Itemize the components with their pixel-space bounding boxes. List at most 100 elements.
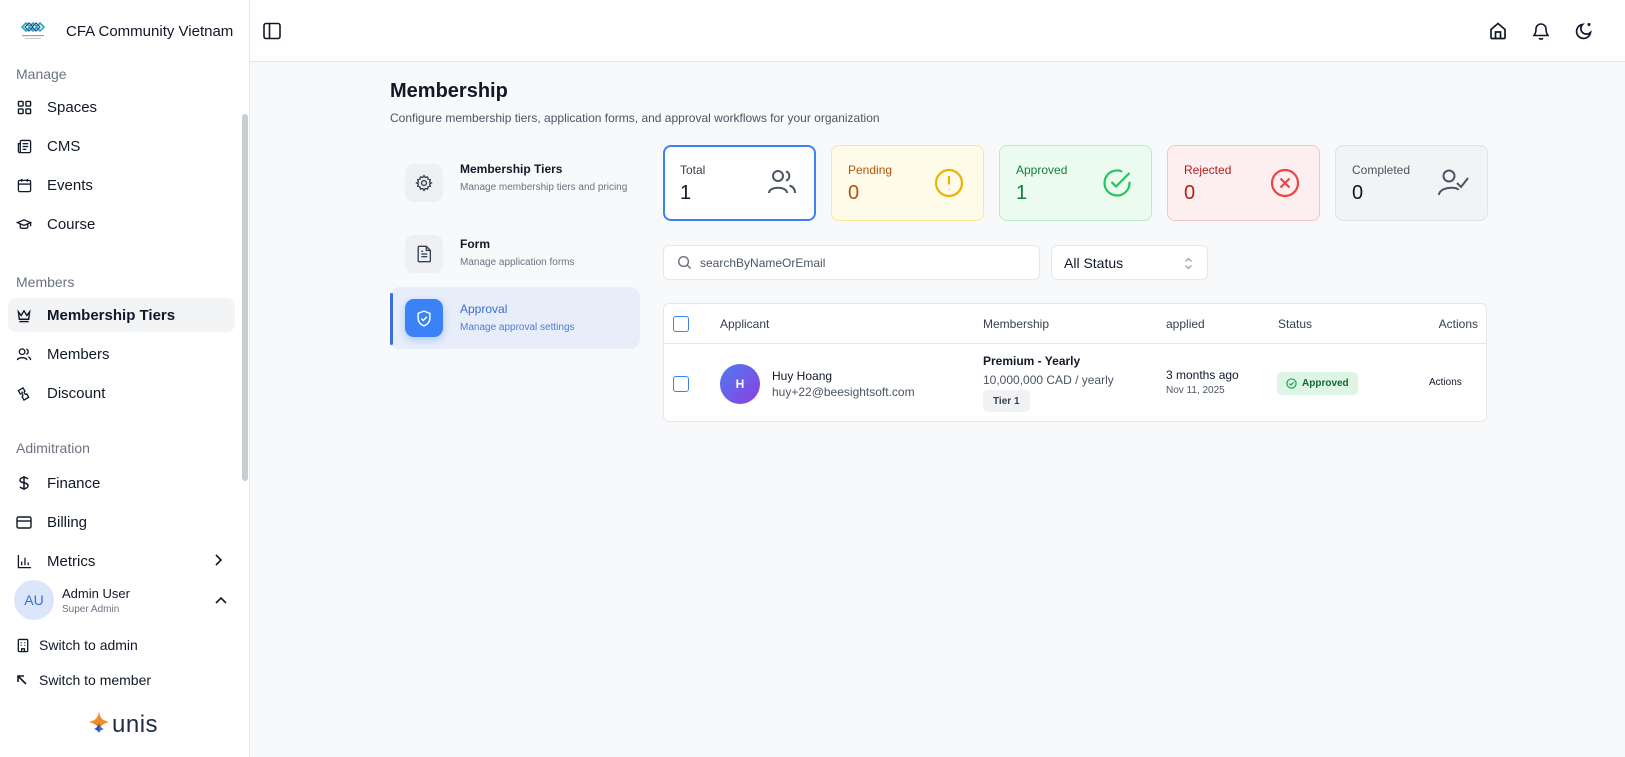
- sidebar-item-spaces[interactable]: Spaces: [8, 90, 235, 124]
- stat-card-completed[interactable]: Completed 0: [1335, 145, 1488, 221]
- sidebar-item-label: Members: [47, 345, 110, 363]
- select-all-checkbox[interactable]: [673, 316, 689, 332]
- newspaper-icon: [16, 138, 32, 154]
- menu-membership-tiers[interactable]: Membership Tiers Manage membership tiers…: [390, 150, 640, 212]
- search-input[interactable]: [700, 255, 1020, 270]
- stat-card-approved[interactable]: Approved 1: [999, 145, 1152, 221]
- sidebar-item-label: Billing: [47, 513, 88, 531]
- sidebar-item-events[interactable]: Events: [8, 168, 235, 202]
- stat-card-total[interactable]: Total 1: [663, 145, 816, 221]
- sidebar-item-label: Finance: [47, 474, 101, 492]
- applications-table: Applicant Membership applied Status Acti…: [663, 303, 1487, 422]
- switch-to-member-label: Switch to member: [39, 672, 152, 688]
- home-icon[interactable]: [1488, 21, 1508, 46]
- column-header-membership[interactable]: Membership: [983, 317, 1049, 331]
- menu-description: Manage application forms: [460, 257, 575, 268]
- applicant-email: huy+22@beesightsoft.com: [772, 385, 915, 399]
- column-header-applied[interactable]: applied: [1166, 317, 1205, 331]
- column-header-status[interactable]: Status: [1278, 317, 1312, 331]
- row-checkbox[interactable]: [673, 376, 689, 392]
- status-filter-select[interactable]: All Status: [1051, 245, 1208, 280]
- applicant-name: Huy Hoang: [772, 369, 833, 383]
- menu-form[interactable]: Form Manage application forms: [390, 221, 640, 283]
- sidebar-item-metrics[interactable]: Metrics: [8, 544, 235, 578]
- sidebar-item-membership-tiers[interactable]: Membership Tiers: [8, 298, 235, 332]
- shield-check-icon: [405, 299, 443, 337]
- grid-icon: [16, 99, 32, 115]
- users-icon: [767, 167, 797, 202]
- sidebar-item-label: Spaces: [47, 98, 98, 116]
- status-badge: Approved: [1277, 372, 1358, 395]
- building-icon: [16, 638, 32, 653]
- moon-icon[interactable]: [1574, 21, 1594, 46]
- stat-value: 0: [1352, 182, 1364, 204]
- table-row[interactable]: H Huy Hoang huy+22@beesightsoft.com Prem…: [664, 345, 1486, 422]
- menu-description: Manage approval settings: [460, 322, 575, 333]
- user-name: Admin User: [62, 585, 130, 601]
- sidebar-item-label: Metrics: [47, 552, 96, 570]
- stat-label: Approved: [1016, 163, 1068, 177]
- brand-name: CFA Community Vietnam: [66, 22, 234, 40]
- chevron-up-icon: [214, 592, 228, 610]
- stat-value: 0: [848, 182, 860, 204]
- stat-value: 0: [1184, 182, 1196, 204]
- sidebar-item-cms[interactable]: CMS: [8, 129, 235, 163]
- avatar: H: [720, 364, 760, 404]
- credit-card-icon: [16, 514, 32, 530]
- stat-label: Pending: [848, 163, 893, 177]
- section-label-administration: Adimitration: [16, 440, 90, 456]
- status-filter-value: All Status: [1064, 254, 1124, 271]
- brand-logo-icon: [16, 15, 48, 47]
- file-text-icon: [405, 235, 443, 273]
- search-box[interactable]: [663, 245, 1040, 280]
- stat-card-pending[interactable]: Pending 0: [831, 145, 984, 221]
- row-actions-button[interactable]: Actions: [1429, 377, 1462, 388]
- membership-name: Premium - Yearly: [983, 354, 1081, 368]
- stat-label: Completed: [1352, 163, 1411, 177]
- unis-logo: unis: [88, 710, 158, 739]
- unis-wordmark: unis: [112, 710, 159, 738]
- switch-to-member-button[interactable]: Switch to member: [16, 668, 151, 692]
- tier-badge: Tier 1: [983, 390, 1030, 412]
- table-header: Applicant Membership applied Status Acti…: [664, 304, 1486, 344]
- sidebar-toggle-icon[interactable]: [262, 21, 282, 46]
- status-text: Approved: [1302, 378, 1349, 389]
- stat-value: 1: [680, 182, 692, 204]
- stat-card-rejected[interactable]: Rejected 0: [1167, 145, 1320, 221]
- sidebar-item-billing[interactable]: Billing: [8, 505, 235, 539]
- page-subtitle: Configure membership tiers, application …: [390, 111, 880, 125]
- search-icon: [677, 255, 692, 270]
- applied-date: Nov 11, 2025: [1166, 385, 1225, 396]
- menu-description: Manage membership tiers and pricing: [460, 182, 628, 193]
- brand[interactable]: CFA Community Vietnam: [16, 14, 233, 48]
- switch-to-admin-label: Switch to admin: [39, 637, 138, 653]
- sidebar-item-discount[interactable]: Discount: [8, 376, 235, 410]
- applied-relative: 3 months ago: [1166, 368, 1239, 382]
- column-header-applicant[interactable]: Applicant: [720, 317, 769, 331]
- calendar-icon: [16, 177, 32, 193]
- crown-icon: [16, 307, 32, 323]
- avatar: AU: [14, 580, 54, 620]
- section-label-manage: Manage: [16, 66, 67, 82]
- sidebar-item-finance[interactable]: Finance: [8, 466, 235, 500]
- menu-approval[interactable]: Approval Manage approval settings: [390, 287, 640, 349]
- sidebar-item-label: Course: [47, 215, 96, 233]
- sidebar: CFA Community Vietnam Manage Spaces CMS …: [0, 0, 250, 757]
- sidebar-item-course[interactable]: Course: [8, 207, 235, 241]
- sidebar-item-members[interactable]: Members: [8, 337, 235, 371]
- sidebar-item-label: CMS: [47, 137, 81, 155]
- x-circle-icon: [1269, 167, 1301, 204]
- stat-value: 1: [1016, 182, 1028, 204]
- topbar: [250, 0, 1625, 62]
- column-header-actions: Actions: [1438, 317, 1478, 331]
- user-check-icon: [1437, 167, 1469, 204]
- bell-icon[interactable]: [1531, 21, 1551, 46]
- section-label-members: Members: [16, 274, 75, 290]
- sidebar-item-label: Discount: [47, 384, 106, 402]
- graduation-cap-icon: [16, 216, 32, 232]
- arrow-up-left-icon: [16, 674, 32, 686]
- sidebar-scrollbar[interactable]: [242, 114, 248, 481]
- switch-to-admin-button[interactable]: Switch to admin: [16, 633, 138, 657]
- sidebar-item-label: Events: [47, 176, 93, 194]
- user-menu[interactable]: AU Admin User Super Admin: [14, 580, 236, 620]
